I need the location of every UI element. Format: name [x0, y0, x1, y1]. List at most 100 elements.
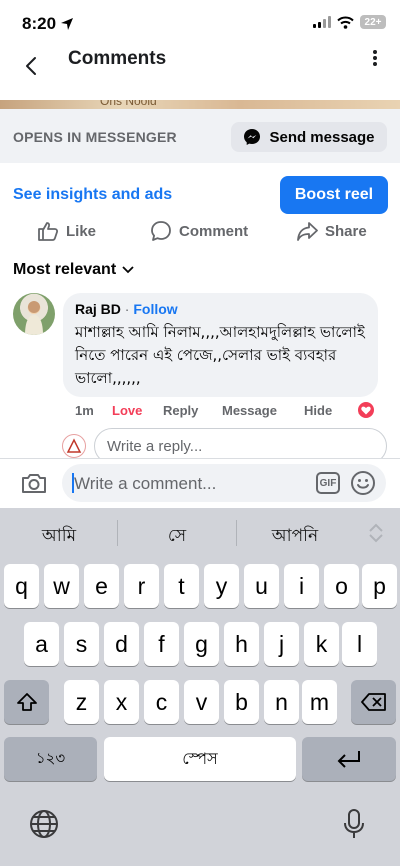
key-x[interactable]: x: [104, 680, 139, 724]
numbers-key[interactable]: ১২৩: [4, 737, 97, 781]
key-s[interactable]: s: [64, 622, 99, 666]
comment-meta: 1m Love Reply Message Hide 1: [75, 402, 390, 421]
love-heart-icon: [358, 402, 374, 418]
status-right: 22+: [313, 15, 386, 29]
share-arrow-icon: [297, 222, 318, 241]
reply-input[interactable]: Write a reply...: [94, 428, 387, 458]
gif-button[interactable]: GIF: [316, 472, 340, 494]
more-options-icon[interactable]: [372, 48, 378, 68]
chevron-down-icon: [122, 266, 134, 274]
comment-sort-dropdown[interactable]: Most relevant: [13, 261, 134, 279]
key-e[interactable]: e: [84, 564, 119, 608]
comment-text: মাশাল্লাহ আমি নিলাম,,,,আলহামদুলিল্লাহ ভা…: [75, 323, 365, 387]
video-thumbnail-strip: Ons Noold: [0, 100, 400, 109]
sort-label: Most relevant: [13, 261, 117, 278]
expand-suggestions-icon[interactable]: [367, 523, 385, 543]
message-button[interactable]: Message: [222, 403, 277, 418]
comment-composer: Write a comment... GIF: [0, 458, 400, 508]
key-i[interactable]: i: [284, 564, 319, 608]
return-key[interactable]: [302, 737, 396, 781]
love-reaction-button[interactable]: Love: [112, 403, 142, 418]
return-arrow-icon: [337, 751, 360, 768]
key-a[interactable]: a: [24, 622, 59, 666]
page-logo-avatar: [62, 434, 86, 458]
shift-key[interactable]: [4, 680, 49, 724]
status-time: 8:20: [22, 14, 74, 34]
key-d[interactable]: d: [104, 622, 139, 666]
comment-bubble-icon: [151, 221, 171, 241]
thumbnail-text: Ons Noold: [100, 100, 157, 108]
post-actions: Like Comment Share: [0, 220, 400, 248]
author-separator: ·: [120, 301, 134, 317]
key-w[interactable]: w: [44, 564, 79, 608]
key-c[interactable]: c: [144, 680, 179, 724]
like-button[interactable]: Like: [37, 220, 96, 242]
comment-bubble[interactable]: Raj BD · Follow মাশাল্লাহ আমি নিলাম,,,,আ…: [63, 293, 378, 397]
key-v[interactable]: v: [184, 680, 219, 724]
share-label: Share: [325, 222, 367, 240]
key-n[interactable]: n: [264, 680, 299, 724]
reply-button[interactable]: Reply: [163, 403, 198, 418]
comment-label: Comment: [179, 222, 249, 240]
messenger-bar: OPENS IN MESSENGER Send message: [0, 109, 400, 163]
key-u[interactable]: u: [244, 564, 279, 608]
location-arrow-icon: [61, 18, 74, 30]
comment-author[interactable]: Raj BD: [75, 301, 121, 317]
keyboard: আমি সে আপনি q w e r t y u i o p a s d f …: [0, 508, 400, 866]
suggestion-3[interactable]: আপনি: [236, 523, 354, 551]
status-time-text: 8:20: [22, 14, 57, 33]
messenger-icon: [244, 129, 261, 145]
page-logo-icon: [66, 438, 82, 453]
key-o[interactable]: o: [324, 564, 359, 608]
key-k[interactable]: k: [304, 622, 339, 666]
thumbs-up-icon: [38, 222, 59, 241]
key-t[interactable]: t: [164, 564, 199, 608]
camera-icon[interactable]: [20, 471, 48, 495]
key-p[interactable]: p: [362, 564, 397, 608]
like-label: Like: [66, 222, 97, 240]
wifi-icon: [337, 16, 354, 29]
shift-arrow-icon: [16, 693, 37, 711]
comment-time: 1m: [75, 403, 94, 418]
comment-input[interactable]: Write a comment... GIF: [62, 464, 386, 502]
comment-placeholder: Write a comment...: [74, 474, 217, 493]
suggestion-1[interactable]: আমি: [0, 523, 118, 551]
cellular-signal-icon: [313, 16, 331, 28]
avatar-person-icon: [25, 301, 43, 335]
back-chevron-icon[interactable]: [20, 54, 44, 78]
page-title: Comments: [68, 48, 167, 69]
follow-link[interactable]: Follow: [133, 301, 177, 317]
backspace-icon: [360, 693, 386, 711]
globe-icon[interactable]: [28, 808, 60, 840]
see-insights-link[interactable]: See insights and ads: [13, 186, 172, 204]
key-h[interactable]: h: [224, 622, 259, 666]
key-b[interactable]: b: [224, 680, 259, 724]
key-g[interactable]: g: [184, 622, 219, 666]
hide-button[interactable]: Hide: [304, 403, 332, 418]
boost-reel-button[interactable]: Boost reel: [280, 176, 388, 214]
send-message-button[interactable]: Send message: [231, 122, 387, 152]
key-z[interactable]: z: [64, 680, 99, 724]
reply-row: Write a reply...: [0, 428, 400, 458]
comment-button[interactable]: Comment: [150, 220, 248, 242]
key-j[interactable]: j: [264, 622, 299, 666]
key-r[interactable]: r: [124, 564, 159, 608]
key-f[interactable]: f: [144, 622, 179, 666]
suggestion-2[interactable]: সে: [118, 523, 236, 551]
key-y[interactable]: y: [204, 564, 239, 608]
suggestion-bar: আমি সে আপনি: [0, 508, 400, 558]
comment-author-line: Raj BD · Follow: [75, 301, 366, 317]
opens-in-messenger-label: OPENS IN MESSENGER: [13, 129, 177, 145]
key-l[interactable]: l: [342, 622, 377, 666]
emoji-icon[interactable]: [350, 470, 376, 496]
key-q[interactable]: q: [4, 564, 39, 608]
commenter-avatar[interactable]: [13, 293, 55, 335]
microphone-icon[interactable]: [342, 808, 366, 840]
battery-icon: 22+: [360, 15, 386, 29]
delete-key[interactable]: [351, 680, 396, 724]
app-header: Comments: [0, 44, 400, 92]
status-bar: 8:20 22+: [0, 0, 400, 44]
space-key[interactable]: স্পেস: [104, 737, 296, 781]
key-m[interactable]: m: [302, 680, 337, 724]
share-button[interactable]: Share: [296, 220, 367, 242]
